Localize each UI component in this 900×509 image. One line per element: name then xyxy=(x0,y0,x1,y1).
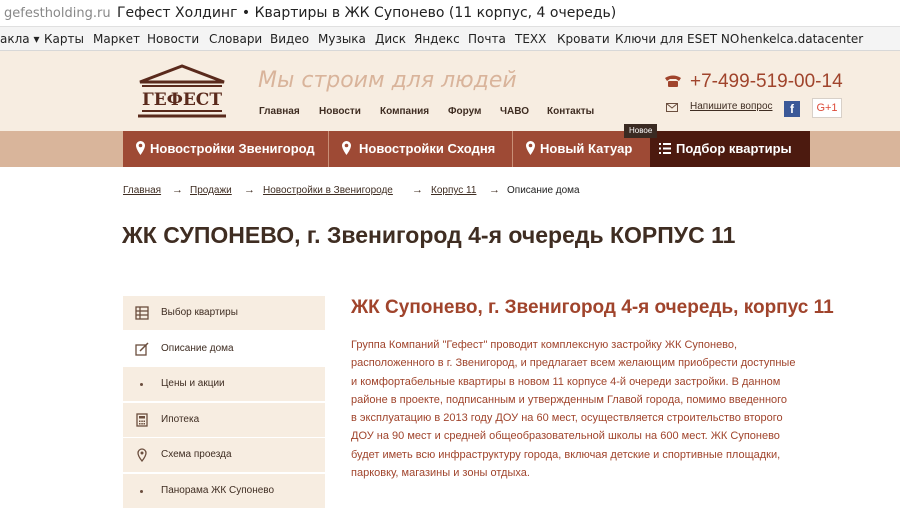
sidebar-item-mortgage[interactable]: Ипотека xyxy=(123,403,325,438)
top-nav-link[interactable]: Контакты xyxy=(547,106,594,117)
bookmark-item[interactable]: Новости xyxy=(147,32,199,46)
bookmark-item[interactable]: Кровати xyxy=(557,32,610,46)
breadcrumb-link[interactable]: Продажи xyxy=(190,185,232,196)
list-icon xyxy=(659,143,671,154)
new-badge: Новое xyxy=(624,124,658,138)
breadcrumb-link[interactable]: Новостройки в Звенигороде xyxy=(263,185,393,196)
bullet-icon xyxy=(140,383,143,386)
bookmark-item[interactable]: henkelca.datacenter xyxy=(740,32,863,46)
browser-title: Гефест Холдинг • Квартиры в ЖК Супонево … xyxy=(117,5,617,21)
nav-item-label: Новостройки Сходня xyxy=(359,141,496,156)
bookmark-item[interactable]: Видео xyxy=(270,32,309,46)
bookmark-item[interactable]: Ключи для ESET NO xyxy=(615,32,739,46)
browser-titlebar: gefestholding.ru Гефест Холдинг • Кварти… xyxy=(0,0,900,27)
phone-number[interactable]: +7-499-519-00-14 xyxy=(690,71,843,93)
bookmarks-bar: акла ▾ Карты Маркет Новости Словари Виде… xyxy=(0,27,900,51)
breadcrumb-separator: → xyxy=(172,184,183,196)
slogan: Мы строим для людей xyxy=(258,68,517,93)
top-nav-link[interactable]: Главная xyxy=(259,106,300,117)
map-pin-icon xyxy=(342,141,351,155)
phone-icon xyxy=(665,75,681,87)
sidebar-item-house-description[interactable]: Описание дома xyxy=(123,332,325,367)
nav-item-label: Новостройки Звенигород xyxy=(150,141,315,156)
top-nav-link[interactable]: ЧАВО xyxy=(500,106,529,117)
paragraph-line: районе в проекте, подписанным и утвержде… xyxy=(351,393,788,406)
paragraph-line: в эксплуатацию в 2013 году ДОУ на 60 мес… xyxy=(351,412,783,425)
facebook-icon[interactable]: f xyxy=(784,101,800,117)
browser-domain: gefestholding.ru xyxy=(4,6,111,21)
bookmark-item[interactable]: Карты xyxy=(44,32,84,46)
sidebar-item-label: Панорама ЖК Супонево xyxy=(161,485,275,496)
content-heading: ЖК Супонево, г. Звенигород 4-я очередь, … xyxy=(351,297,834,318)
bookmark-item[interactable]: Яндекс xyxy=(414,32,460,46)
top-nav-link[interactable]: Компания xyxy=(380,106,429,117)
site-header: ГЕФЕСТ Мы строим для людей Главная Новос… xyxy=(0,51,900,131)
map-pin-icon xyxy=(136,141,145,155)
map-pin-icon xyxy=(137,448,147,462)
calculator-icon xyxy=(136,413,148,427)
paragraph-line: парковку, магазины и зоны отдыха. xyxy=(351,467,530,480)
logo-text: ГЕФЕСТ xyxy=(142,90,222,110)
nav-item-label: Новый Катуар xyxy=(540,141,633,156)
nav-item-apartment-search[interactable]: Подбор квартиры xyxy=(650,131,810,167)
ask-question-link[interactable]: Напишите вопрос xyxy=(690,101,773,112)
page-title: ЖК СУПОНЕВО, г. Звенигород 4-я очередь К… xyxy=(122,222,736,248)
map-pin-icon xyxy=(526,141,535,155)
sidebar-item-label: Выбор квартиры xyxy=(161,307,238,318)
breadcrumb-link[interactable]: Корпус 11 xyxy=(431,185,476,196)
top-nav-link[interactable]: Форум xyxy=(448,106,481,117)
bookmark-item[interactable]: Музыка xyxy=(318,32,366,46)
nav-item-label: Подбор квартиры xyxy=(676,141,792,156)
bookmark-item[interactable]: акла ▾ xyxy=(0,32,39,46)
paragraph-line: Группа Компаний "Гефест" проводит компле… xyxy=(351,339,738,351)
nav-item-skhodnya[interactable]: Новостройки Сходня xyxy=(329,131,512,167)
gplus-button[interactable]: G+1 xyxy=(812,98,842,118)
paragraph-line: и комфортабельные квартиры в новом 11 ко… xyxy=(351,375,781,388)
bookmark-item[interactable]: Диск xyxy=(375,32,406,46)
edit-icon xyxy=(135,342,149,356)
envelope-icon xyxy=(666,103,678,112)
breadcrumb-current: Описание дома xyxy=(507,185,580,196)
paragraph-line: расположенного в г. Звенигород, и предла… xyxy=(351,357,796,370)
description-paragraph: Группа Компаний "Гефест" проводит компле… xyxy=(351,336,851,482)
main-nav: Новостройки Звенигород Новостройки Сходн… xyxy=(0,131,900,167)
sidebar-item-prices[interactable]: Цены и акции xyxy=(123,367,325,402)
grid-icon xyxy=(135,306,149,320)
sidebar-item-apartment-choice[interactable]: Выбор квартиры xyxy=(123,296,325,331)
breadcrumb-separator: → xyxy=(244,184,255,196)
paragraph-line: ДОУ на 90 мест и средней общеобразовател… xyxy=(351,430,780,443)
nav-item-zvenigorod[interactable]: Новостройки Звенигород xyxy=(123,131,328,167)
breadcrumb-link[interactable]: Главная xyxy=(123,185,161,196)
paragraph-line: будет иметь всю инфраструктуру города, в… xyxy=(351,448,781,461)
bookmark-item[interactable]: Почта xyxy=(468,32,506,46)
sidebar-item-label: Цены и акции xyxy=(161,378,225,389)
sidebar-item-label: Схема проезда xyxy=(161,449,232,460)
top-nav-link[interactable]: Новости xyxy=(319,106,361,117)
bookmark-item[interactable]: Маркет xyxy=(93,32,140,46)
breadcrumb-separator: → xyxy=(489,184,500,196)
logo[interactable]: ГЕФЕСТ xyxy=(136,64,228,120)
sidebar-item-directions[interactable]: Схема проезда xyxy=(123,438,325,473)
sidebar-item-label: Ипотека xyxy=(161,414,200,425)
bullet-icon xyxy=(140,490,143,493)
breadcrumb-separator: → xyxy=(412,184,423,196)
bookmark-item[interactable]: ТЕХХ xyxy=(515,32,546,46)
bookmark-item[interactable]: Словари xyxy=(209,32,262,46)
sidebar-item-panorama[interactable]: Панорама ЖК Супонево xyxy=(123,474,325,509)
sidebar-item-label: Описание дома xyxy=(161,343,234,354)
